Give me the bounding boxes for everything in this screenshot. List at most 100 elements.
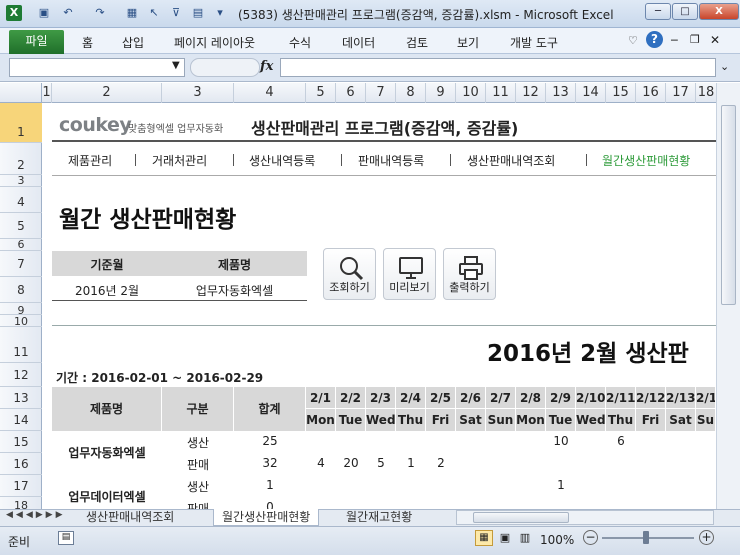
nav-separator bbox=[586, 154, 587, 166]
column-header[interactable]: 5 bbox=[306, 83, 336, 103]
row-header[interactable]: 7 bbox=[0, 251, 42, 277]
row-header[interactable]: 9 bbox=[0, 303, 42, 317]
column-header[interactable]: 15 bbox=[606, 83, 636, 103]
nav-sales-entry[interactable]: 판매내역등록 bbox=[358, 152, 424, 169]
row-header[interactable]: 3 bbox=[0, 175, 42, 187]
sheet-tab[interactable]: 월간재고현황 bbox=[346, 509, 412, 526]
quick-access-icon[interactable]: ▤ bbox=[190, 5, 206, 21]
filter-product-value[interactable]: 업무자동화엑셀 bbox=[162, 282, 307, 299]
insert-function-button[interactable]: fx bbox=[260, 59, 273, 74]
normal-view-icon[interactable]: ▦ bbox=[475, 530, 493, 546]
save-icon[interactable]: ▣ bbox=[36, 5, 52, 21]
column-header[interactable]: 7 bbox=[366, 83, 396, 103]
undo-icon[interactable]: ↶ bbox=[60, 5, 76, 21]
tab-page-layout[interactable]: 페이지 레이아웃 bbox=[174, 34, 255, 51]
nav-client[interactable]: 거래처관리 bbox=[152, 152, 207, 169]
horizontal-scroll-thumb[interactable] bbox=[473, 512, 569, 523]
minimize-button[interactable]: ─ bbox=[645, 3, 671, 20]
day-header: Wed bbox=[366, 409, 396, 431]
row-header[interactable]: 10 bbox=[0, 315, 42, 328]
column-header[interactable]: 2 bbox=[52, 83, 162, 103]
help-icon[interactable]: ? bbox=[646, 31, 663, 48]
row-header[interactable]: 12 bbox=[0, 363, 42, 387]
row-header[interactable]: 2 bbox=[0, 143, 42, 175]
pointer-icon[interactable]: ↖ bbox=[146, 5, 162, 21]
row-header[interactable]: 17 bbox=[0, 475, 42, 497]
vertical-scroll-thumb[interactable] bbox=[721, 105, 736, 305]
select-all-corner[interactable] bbox=[0, 83, 42, 103]
excel-app-icon[interactable]: X bbox=[6, 5, 22, 21]
row-header[interactable]: 15 bbox=[0, 431, 42, 453]
zoom-slider-thumb[interactable] bbox=[643, 531, 649, 544]
nav-monthly-status[interactable]: 월간생산판매현황 bbox=[602, 152, 690, 169]
sheet-tab-active[interactable]: 월간생산판매현황 bbox=[213, 509, 320, 526]
ribbon-collapse-icon[interactable]: ♡ bbox=[628, 34, 638, 47]
row-header[interactable]: 6 bbox=[0, 239, 42, 251]
page-break-view-icon[interactable]: ▥ bbox=[516, 530, 534, 546]
tab-data[interactable]: 데이터 bbox=[342, 34, 375, 51]
row-header[interactable]: 13 bbox=[0, 387, 42, 409]
redo-icon[interactable]: ↷ bbox=[92, 5, 108, 21]
column-header[interactable]: 12 bbox=[516, 83, 546, 103]
maximize-button[interactable]: □ bbox=[672, 3, 698, 20]
macro-record-icon[interactable]: ▤ bbox=[58, 531, 74, 545]
sheet-nav-arrows[interactable]: ◀◀◀▶▶▶ bbox=[6, 510, 66, 520]
row-header[interactable]: 8 bbox=[0, 277, 42, 303]
row-header[interactable]: 11 bbox=[0, 327, 42, 363]
customize-dropdown-icon[interactable]: ▾ bbox=[212, 5, 228, 21]
filter-icon[interactable]: ⊽ bbox=[168, 5, 184, 21]
day-header: Fri bbox=[426, 409, 456, 431]
name-box[interactable] bbox=[9, 58, 185, 77]
nav-production-entry[interactable]: 생산내역등록 bbox=[249, 152, 315, 169]
column-header[interactable]: 9 bbox=[426, 83, 456, 103]
column-header[interactable]: 10 bbox=[456, 83, 486, 103]
file-tab[interactable]: 파일 bbox=[9, 30, 64, 54]
close-workbook-icon[interactable]: ✕ bbox=[710, 33, 720, 47]
zoom-in-icon[interactable]: + bbox=[699, 530, 714, 545]
min-workbook-icon[interactable]: ─ bbox=[671, 34, 678, 47]
close-button[interactable]: X bbox=[699, 3, 739, 20]
filter-month-value[interactable]: 2016년 2월 bbox=[52, 282, 162, 299]
sheet-tab[interactable]: 생산판매내역조회 bbox=[86, 509, 174, 526]
row-header[interactable]: 18 bbox=[0, 497, 42, 512]
formula-input[interactable] bbox=[280, 58, 716, 77]
column-header[interactable]: 11 bbox=[486, 83, 516, 103]
name-box-dropdown-icon[interactable]: ▼ bbox=[172, 60, 180, 71]
tab-review[interactable]: 검토 bbox=[406, 34, 428, 51]
column-header[interactable]: 16 bbox=[636, 83, 666, 103]
tab-developer[interactable]: 개발 도구 bbox=[510, 34, 558, 51]
nav-history-query[interactable]: 생산판매내역조회 bbox=[467, 152, 555, 169]
row-header[interactable]: 1 bbox=[0, 103, 42, 143]
nav-product[interactable]: 제품관리 bbox=[68, 152, 112, 169]
column-header[interactable]: 4 bbox=[234, 83, 306, 103]
zoom-out-icon[interactable]: − bbox=[583, 530, 598, 545]
tab-home[interactable]: 홈 bbox=[82, 34, 93, 51]
formula-expander[interactable] bbox=[190, 58, 260, 77]
row-header[interactable]: 4 bbox=[0, 187, 42, 213]
search-button[interactable]: 조회하기 bbox=[323, 248, 376, 300]
print-button[interactable]: 출력하기 bbox=[443, 248, 496, 300]
horizontal-scrollbar[interactable] bbox=[456, 510, 714, 525]
column-header[interactable]: 18 bbox=[696, 83, 716, 103]
column-header[interactable]: 13 bbox=[546, 83, 576, 103]
column-header[interactable]: 8 bbox=[396, 83, 426, 103]
tab-view[interactable]: 보기 bbox=[457, 34, 479, 51]
page-layout-view-icon[interactable]: ▣ bbox=[496, 530, 514, 546]
tab-insert[interactable]: 삽입 bbox=[122, 34, 144, 51]
vertical-scrollbar[interactable] bbox=[716, 83, 740, 509]
date-header: 2/3 bbox=[366, 387, 396, 409]
row-header[interactable]: 5 bbox=[0, 213, 42, 239]
preview-button[interactable]: 미리보기 bbox=[383, 248, 436, 300]
column-header[interactable]: 14 bbox=[576, 83, 606, 103]
zoom-level[interactable]: 100% bbox=[540, 533, 574, 547]
row-header[interactable]: 16 bbox=[0, 453, 42, 475]
restore-workbook-icon[interactable]: ❐ bbox=[690, 33, 700, 46]
tab-formulas[interactable]: 수식 bbox=[289, 34, 311, 51]
column-header[interactable]: 6 bbox=[336, 83, 366, 103]
column-header[interactable]: 3 bbox=[162, 83, 234, 103]
expand-formula-icon[interactable]: ⌄ bbox=[720, 60, 729, 73]
column-header[interactable]: 17 bbox=[666, 83, 696, 103]
form-icon[interactable]: ▦ bbox=[124, 5, 140, 21]
row-header[interactable]: 14 bbox=[0, 409, 42, 431]
column-header[interactable]: 1 bbox=[42, 83, 52, 103]
